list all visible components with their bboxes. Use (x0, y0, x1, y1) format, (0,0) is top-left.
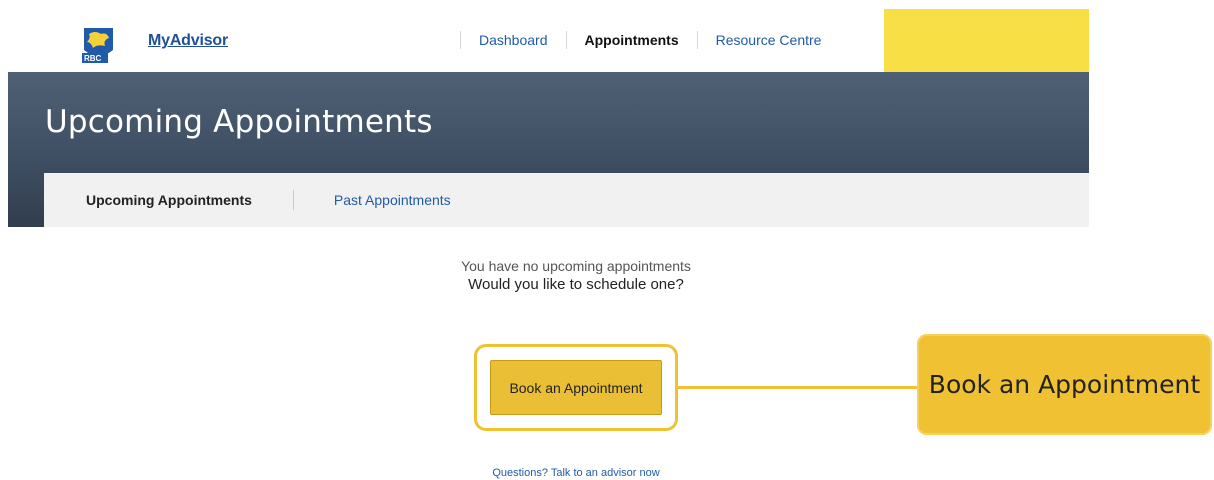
tab-past-appointments[interactable]: Past Appointments (334, 192, 451, 208)
app-name-link[interactable]: MyAdvisor (148, 32, 228, 50)
book-appointment-callout: Book an Appointment (917, 334, 1212, 435)
logo-text: RBC (84, 54, 102, 63)
tab-upcoming-appointments[interactable]: Upcoming Appointments (86, 192, 252, 208)
callout-label: Book an Appointment (928, 370, 1201, 399)
nav-item-dashboard[interactable]: Dashboard (461, 32, 566, 48)
talk-to-advisor-link[interactable]: Questions? Talk to an advisor now (0, 467, 1152, 479)
empty-state-prompt: Would you like to schedule one? (468, 276, 684, 293)
tab-divider (292, 190, 294, 210)
empty-state-message: You have no upcoming appointments (461, 258, 691, 274)
nav-item-appointments[interactable]: Appointments (567, 32, 697, 48)
site-header: RBC MyAdvisor Dashboard Appointments Res… (0, 0, 1089, 72)
nav-item-resource-centre[interactable]: Resource Centre (698, 32, 840, 48)
appointment-tabs: Upcoming Appointments Past Appointments (44, 173, 1089, 227)
header-yellow-accent (884, 9, 1089, 72)
rbc-logo-icon[interactable]: RBC (81, 26, 116, 64)
book-appointment-button[interactable]: Book an Appointment (490, 360, 662, 415)
main-navigation: Dashboard Appointments Resource Centre (460, 30, 839, 50)
page-title: Upcoming Appointments (45, 104, 433, 140)
callout-connector-line (678, 386, 918, 389)
